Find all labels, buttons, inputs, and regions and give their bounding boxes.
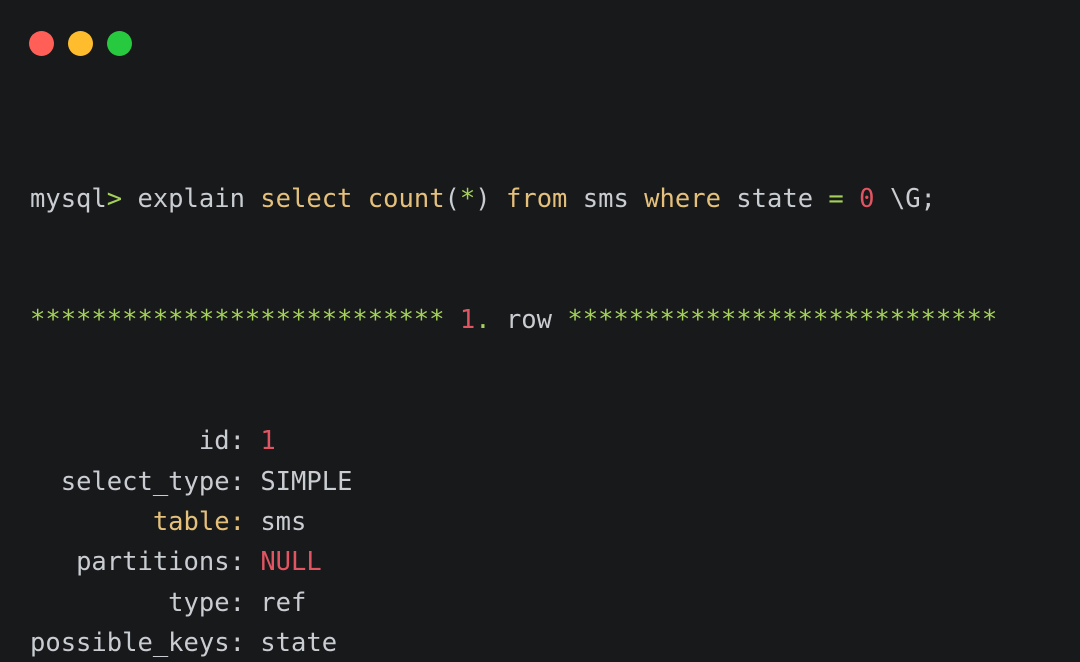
row-value-id: 1	[260, 426, 276, 457]
row-label-type: type:	[168, 587, 245, 618]
row-value-partitions: NULL	[260, 547, 322, 578]
row-label-padding	[30, 426, 199, 456]
command-token-12: state	[720, 183, 829, 214]
row-gap	[245, 547, 260, 577]
command-token-4	[352, 184, 367, 214]
row-label-padding	[30, 467, 61, 497]
maximize-button[interactable]	[107, 31, 132, 56]
row-label-possible_keys: possible_keys:	[30, 628, 245, 659]
explain-row: table: sms	[30, 502, 1080, 542]
explain-row: partitions: NULL	[30, 542, 1080, 582]
close-button[interactable]	[29, 31, 54, 56]
row-word: row	[490, 305, 568, 336]
row-value-table: sms	[260, 507, 307, 537]
command-token-11: where	[644, 183, 721, 214]
command-token-0: mysql	[30, 183, 107, 214]
row-value-possible_keys: state	[260, 628, 338, 659]
stars-left: ***************************	[30, 305, 445, 336]
command-token-7: *	[459, 183, 476, 214]
explain-row: type: ref	[30, 583, 1080, 623]
explain-result-rows: id: 1 select_type: SIMPLE table: sms par…	[30, 421, 1080, 662]
sep-space-1	[445, 305, 460, 335]
row-label-partitions: partitions:	[76, 547, 245, 578]
row-value-type: ref	[260, 587, 307, 618]
command-token-15: 0	[859, 183, 875, 214]
row-gap	[245, 467, 260, 497]
row-label-id: id:	[198, 426, 245, 457]
command-token-10: sms	[567, 183, 645, 214]
command-token-5: count	[367, 183, 445, 214]
row-dot: .	[475, 305, 491, 336]
explain-row: select_type: SIMPLE	[30, 462, 1080, 502]
command-token-13: =	[828, 183, 844, 214]
row-value-select_type: SIMPLE	[260, 466, 353, 497]
row-number: 1	[459, 305, 476, 336]
row-gap	[245, 426, 260, 456]
command-token-8: )	[475, 183, 506, 214]
command-token-2: explain	[122, 183, 261, 214]
minimize-button[interactable]	[68, 31, 93, 56]
terminal-output[interactable]: mysql> explain select count(*) from sms …	[30, 98, 1080, 662]
explain-row: id: 1	[30, 421, 1080, 461]
row-label-table: table:	[152, 507, 245, 537]
explain-row: possible_keys: state	[30, 623, 1080, 662]
command-token-1: >	[106, 183, 123, 214]
command-token-16: \G;	[874, 183, 936, 214]
command-token-9: from	[505, 183, 568, 214]
command-token-6: (	[444, 183, 460, 214]
row-gap	[245, 507, 260, 537]
window-title-bar	[0, 0, 1080, 80]
row-gap	[245, 628, 260, 658]
terminal-window: mysql> explain select count(*) from sms …	[0, 0, 1080, 662]
row-gap	[245, 588, 260, 618]
row-label-padding	[30, 588, 168, 618]
row-separator-line: *************************** 1. row *****…	[30, 300, 1080, 340]
command-line: mysql> explain select count(*) from sms …	[30, 179, 1080, 219]
row-label-padding	[30, 547, 76, 577]
command-token-14	[844, 184, 859, 214]
row-label-select_type: select_type:	[60, 466, 245, 497]
stars-right: ****************************	[567, 305, 998, 336]
row-label-padding	[30, 507, 153, 537]
command-token-3: select	[260, 183, 353, 214]
